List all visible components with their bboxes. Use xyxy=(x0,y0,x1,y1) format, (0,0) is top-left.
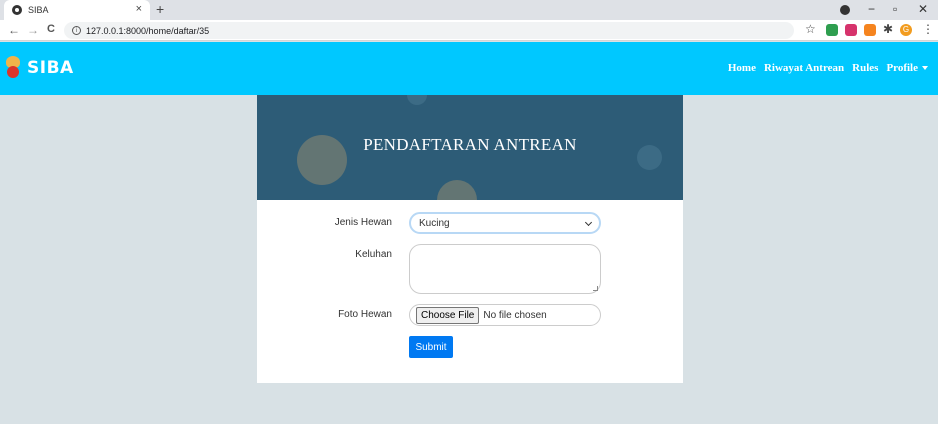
tab-favicon-icon xyxy=(12,5,22,15)
browser-tab-bar: SIBA × + − ▫ ✕ xyxy=(0,0,938,20)
cat-illustration-icon xyxy=(437,180,477,200)
chevron-down-icon xyxy=(584,218,593,227)
jenis-hewan-label: Jenis Hewan xyxy=(334,217,392,228)
extension-translate-icon[interactable] xyxy=(826,24,838,36)
brand[interactable]: SIBA xyxy=(5,56,74,80)
app-navbar: SIBA Home Riwayat Antrean Rules Profile xyxy=(0,42,938,95)
nav-riwayat-link[interactable]: Riwayat Antrean xyxy=(764,62,844,74)
jenis-hewan-select[interactable]: Kucing xyxy=(409,212,601,234)
keluhan-label: Keluhan xyxy=(355,249,392,260)
reload-button[interactable]: C xyxy=(47,23,55,35)
window-close-button[interactable]: ✕ xyxy=(918,2,928,16)
submit-button[interactable]: Submit xyxy=(409,336,453,358)
nav-rules-link[interactable]: Rules xyxy=(852,62,878,74)
foto-hewan-label: Foto Hewan xyxy=(338,309,392,320)
nav-links: Home Riwayat Antrean Rules Profile xyxy=(728,62,928,74)
url-text: 127.0.0.1:8000/home/daftar/35 xyxy=(86,25,210,36)
minimize-button[interactable]: − xyxy=(868,2,875,16)
card-title: PENDAFTARAN ANTREAN xyxy=(363,135,577,154)
nav-profile-dropdown[interactable]: Profile xyxy=(886,62,928,74)
nav-profile-label: Profile xyxy=(886,62,918,74)
brand-name: SIBA xyxy=(27,58,74,78)
registration-card: PENDAFTARAN ANTREAN Jenis Hewan Kucing K… xyxy=(257,95,683,383)
site-info-icon[interactable]: i xyxy=(72,26,81,35)
browser-tab[interactable]: SIBA × xyxy=(4,0,150,20)
choose-file-button[interactable]: Choose File xyxy=(416,306,480,324)
maximize-button[interactable]: ▫ xyxy=(893,2,897,16)
keluhan-textarea[interactable] xyxy=(409,244,601,294)
extensions-puzzle-icon[interactable]: ✱ xyxy=(883,22,893,36)
new-tab-button[interactable]: + xyxy=(156,1,164,17)
record-indicator-icon xyxy=(840,5,850,15)
card-banner: PENDAFTARAN ANTREAN xyxy=(257,95,683,200)
bookmark-star-icon[interactable]: ☆ xyxy=(805,22,816,36)
profile-avatar[interactable]: G xyxy=(900,24,912,36)
foto-hewan-file-input[interactable]: Choose File No file chosen xyxy=(409,304,601,326)
file-status: No file chosen xyxy=(483,309,547,321)
jenis-hewan-value: Kucing xyxy=(419,217,450,229)
extension-metamask-icon[interactable] xyxy=(864,24,876,36)
forward-button[interactable]: → xyxy=(27,23,39,37)
browser-menu-icon[interactable]: ⋮ xyxy=(922,22,934,36)
extension-record-icon[interactable] xyxy=(845,24,857,36)
brand-logo-icon xyxy=(5,56,21,80)
tab-close-icon[interactable]: × xyxy=(136,3,142,15)
address-bar[interactable]: i 127.0.0.1:8000/home/daftar/35 xyxy=(64,22,794,39)
nav-home-link[interactable]: Home xyxy=(728,62,756,74)
chevron-down-icon xyxy=(922,66,928,71)
back-button[interactable]: ← xyxy=(8,23,20,37)
browser-toolbar: ← → C i 127.0.0.1:8000/home/daftar/35 ☆ … xyxy=(0,20,938,41)
resize-handle-icon[interactable] xyxy=(593,286,598,291)
paw-decoration-icon xyxy=(407,95,427,105)
tab-title: SIBA xyxy=(28,5,49,15)
